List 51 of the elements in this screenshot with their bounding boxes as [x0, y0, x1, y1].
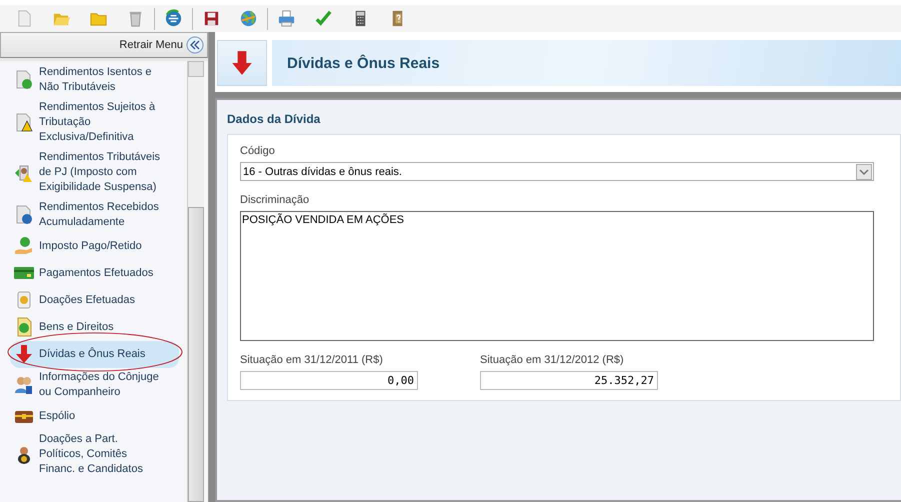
collapse-icon[interactable]	[186, 36, 204, 54]
transmit-icon[interactable]	[164, 9, 183, 28]
document-check-icon	[14, 70, 34, 90]
person-warning-icon	[14, 162, 34, 182]
collapse-menu-label[interactable]: Retrair Menu	[119, 39, 183, 51]
sidebar-item-label: Rendimentos Sujeitos à Tributação Exclusiva/Definitiva	[39, 100, 156, 145]
sidebar-item-label: Informações do Cônjuge ou Companheiro	[39, 370, 159, 400]
sidebar-item-label: Doações Efetuadas	[39, 292, 136, 308]
page-title: Dívidas e Ônus Reais	[287, 54, 440, 72]
sidebar-item-label: Imposto Pago/Retido	[39, 238, 142, 254]
field-label: Situação em 31/12/2011 (R$)	[240, 354, 384, 366]
globe-icon[interactable]	[239, 9, 258, 28]
sidebar-item-label: Pagamentos Efetuados	[39, 266, 154, 280]
scrollbar[interactable]	[187, 61, 204, 502]
sidebar-item[interactable]: Pagamentos Efetuados	[0, 260, 187, 287]
sidebar-item[interactable]: Rendimentos Tributáveis de PJ (Imposto com Exigibilidade Suspensa)	[0, 148, 187, 198]
document-arrow-icon	[14, 205, 34, 225]
sidebar-item-label: Rendimentos Tributáveis de PJ (Imposto com Exigibilidade Suspensa)	[39, 150, 160, 195]
section-title: Dados da Dívida	[227, 112, 322, 126]
sidebar-item-label: Rendimentos Recebidos Acumuladamente	[39, 200, 159, 230]
sidebar-item[interactable]: Doações a Part. Políticos, Comitês Financ. e Candidatos	[0, 430, 187, 480]
field-label: Discriminação	[240, 194, 310, 206]
description-field[interactable]: POSIÇÃO VENDIDA EM AÇÕES	[240, 211, 874, 341]
sidebar-item-label: Doações a Part. Políticos, Comitês Financ. e Candidatos	[39, 432, 143, 477]
sidebar-item-label: Dívidas e Ônus Reais	[39, 346, 146, 362]
down-arrow-icon	[14, 344, 34, 364]
sidebar-item[interactable]: Informações do Cônjuge ou Companheiro	[0, 368, 187, 403]
field-label: Situação em 31/12/2012 (R$)	[480, 354, 625, 366]
sidebar-item[interactable]: Doações Efetuadas	[0, 287, 187, 314]
sidebar-item-label: Espólio	[39, 408, 76, 424]
sidebar-item[interactable]: Rendimentos Recebidos Acumuladamente	[0, 198, 187, 233]
sidebar-item[interactable]: Rendimentos Sujeitos à Tributação Exclusiva/Definitiva	[0, 98, 187, 148]
sidebar-item-label: Bens e Direitos	[39, 320, 114, 334]
sidebar-item[interactable]: Rendimentos Isentos e Não Tributáveis	[0, 63, 187, 98]
field-label: Código	[240, 145, 276, 157]
amount-field[interactable]: 0,00	[240, 371, 418, 390]
print-icon[interactable]	[277, 9, 296, 28]
sidebar-item[interactable]: Imposto Pago/Retido	[0, 233, 187, 260]
sidebar-item[interactable]: Dívidas e Ônus Reais	[10, 341, 179, 368]
document-warning-icon	[14, 112, 34, 132]
sidebar-item-label: Rendimentos Isentos e Não Tributáveis	[39, 65, 152, 95]
hand-coin-icon	[14, 236, 34, 256]
checkmark-icon[interactable]	[314, 9, 333, 28]
down-arrow-icon	[231, 50, 253, 76]
save-icon[interactable]	[202, 9, 221, 28]
sidebar-item[interactable]: Bens e Direitos	[0, 314, 187, 341]
people-icon	[14, 375, 34, 395]
code-dropdown[interactable]: 16 - Outras dívidas e ônus reais.	[240, 162, 874, 181]
scrollbar-thumb[interactable]	[188, 207, 204, 502]
sidebar-item[interactable]: Espólio	[0, 403, 187, 430]
amount-field[interactable]: 25.352,27	[480, 371, 658, 390]
